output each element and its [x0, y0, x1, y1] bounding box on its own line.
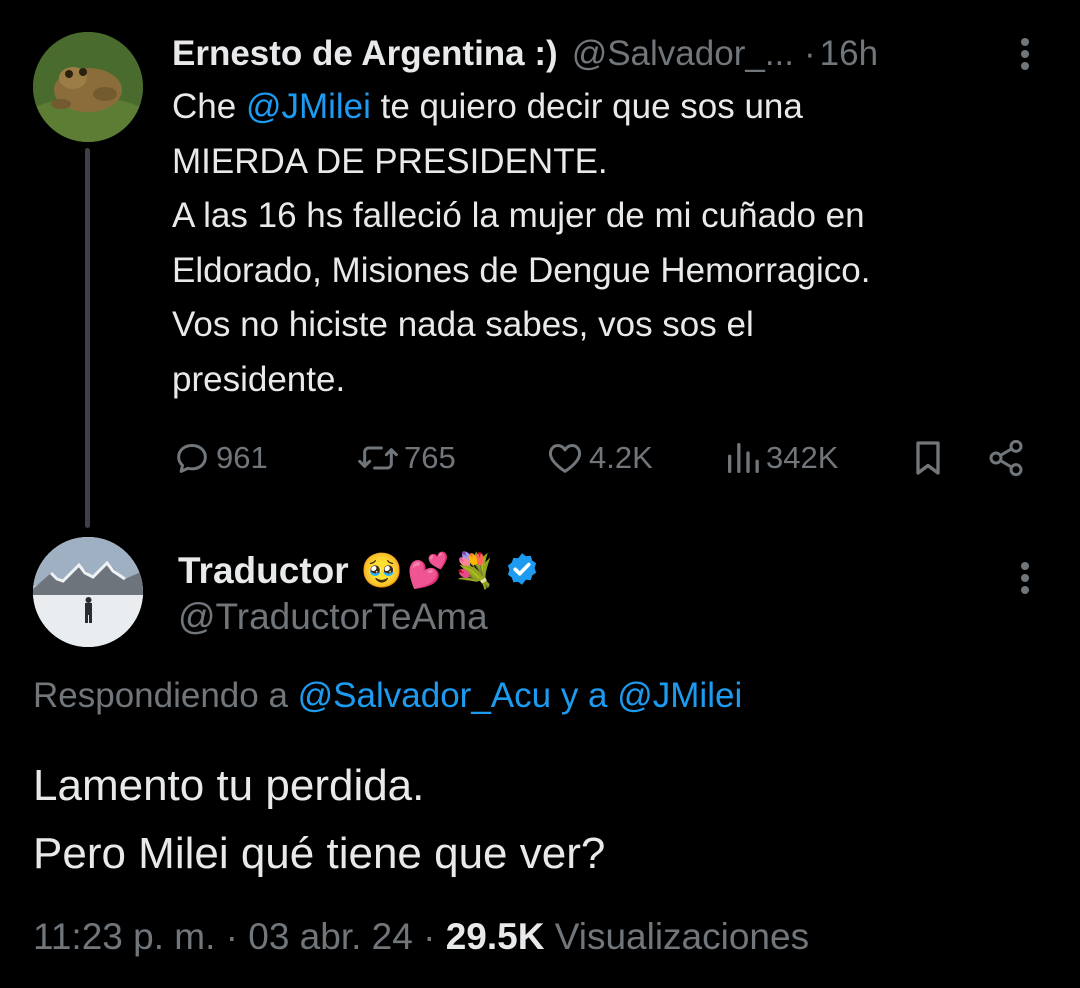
replying-and: y a: [551, 676, 618, 715]
parent-tweet-header: Ernesto de Argentina :) @Salvador_... · …: [172, 24, 878, 84]
bookmark-icon: [910, 438, 946, 478]
like-count: 4.2K: [589, 440, 653, 475]
like-button[interactable]: 4.2K: [545, 430, 653, 486]
view-count: 29.5K: [445, 916, 545, 957]
view-count: 342K: [766, 440, 839, 475]
bookmark-button[interactable]: [910, 430, 946, 486]
tweet-action-bar: 961 765 4.2K 342K: [172, 430, 1032, 486]
mention-link[interactable]: @JMilei: [246, 87, 371, 126]
toad-avatar-image: [33, 32, 143, 142]
parent-author-handle[interactable]: @Salvador_...: [572, 34, 794, 74]
reply-author-name[interactable]: Traductor: [178, 550, 349, 592]
parent-tweet-time[interactable]: 16h: [820, 34, 878, 74]
body-text-prefix: Che: [172, 87, 246, 126]
replying-user-link[interactable]: @JMilei: [617, 676, 742, 715]
views-label: Visualizaciones: [544, 916, 810, 957]
reply-count: 961: [216, 440, 268, 475]
reply-author-avatar[interactable]: [33, 537, 143, 647]
heart-icon: [545, 438, 585, 478]
views-button[interactable]: 342K: [724, 430, 838, 486]
body-text-rest: te quiero decir que sos una MIERDA DE PR…: [172, 87, 871, 399]
header-separator: ·: [804, 34, 816, 73]
parent-author-avatar[interactable]: [33, 32, 143, 142]
replying-prefix: Respondiendo a: [33, 676, 298, 715]
parent-author-name[interactable]: Ernesto de Argentina :): [172, 34, 558, 74]
thread-connector-line: [85, 148, 90, 528]
repost-button[interactable]: 765: [356, 430, 456, 486]
bouquet-emoji: 💐: [453, 552, 496, 590]
repost-icon: [356, 438, 400, 478]
pleading-face-emoji: 🥹: [360, 552, 403, 590]
verified-badge-icon[interactable]: [504, 551, 540, 592]
reply-author-handle[interactable]: @TraductorTeAma: [178, 596, 488, 638]
more-vertical-icon[interactable]: [1010, 560, 1040, 600]
reply-button[interactable]: 961: [172, 430, 268, 486]
parent-tweet-body: Che @JMilei te quiero decir que sos una …: [172, 80, 1032, 407]
views-chart-icon: [724, 438, 762, 478]
reply-tweet-header: Traductor 🥹 💕 💐: [178, 542, 540, 600]
replying-to-line: Respondiendo a @Salvador_Acu y a @JMilei: [33, 676, 742, 716]
snowy-mountain-avatar-image: [33, 537, 143, 647]
share-icon: [986, 438, 1026, 478]
reply-tweet-meta: 11:23 p. m. · 03 abr. 24 · 29.5K Visuali…: [33, 916, 809, 958]
reply-icon: [172, 438, 212, 478]
share-button[interactable]: [986, 430, 1026, 486]
reply-tweet-body: Lamento tu perdida. Pero Milei qué tiene…: [33, 761, 606, 878]
replying-user-link[interactable]: @Salvador_Acu: [298, 676, 551, 715]
repost-count: 765: [404, 440, 456, 475]
timestamp[interactable]: 11:23 p. m. · 03 abr. 24 ·: [33, 916, 446, 957]
two-hearts-emoji: 💕: [406, 552, 450, 590]
more-vertical-icon[interactable]: [1010, 36, 1040, 76]
